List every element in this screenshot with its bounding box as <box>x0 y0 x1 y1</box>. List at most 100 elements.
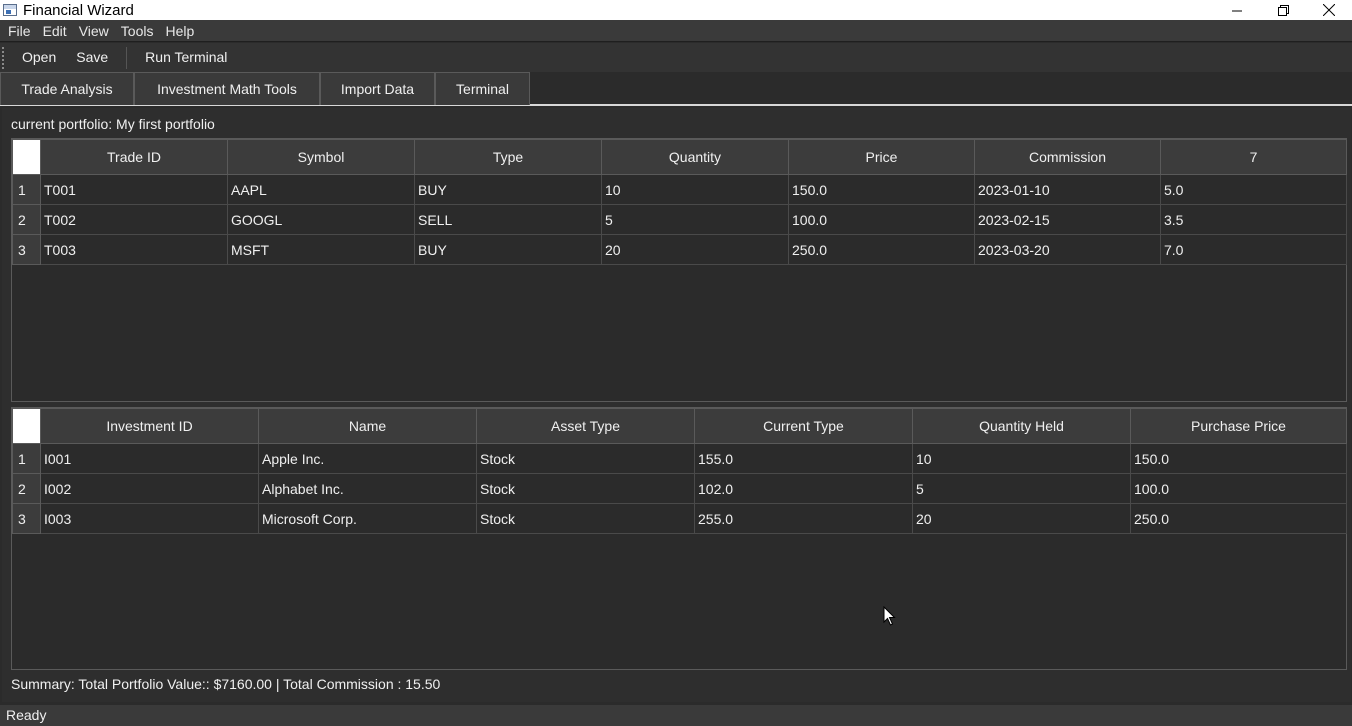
column-header[interactable]: Type <box>414 139 602 175</box>
save-button[interactable]: Save <box>66 43 118 72</box>
select-all-corner[interactable] <box>12 408 41 444</box>
table-cell[interactable]: 20 <box>601 234 789 265</box>
minimize-icon <box>1231 10 1242 11</box>
mouse-cursor-icon <box>883 606 896 626</box>
table-cell[interactable]: 2023-01-10 <box>974 174 1161 205</box>
table-cell[interactable]: 250.0 <box>788 234 975 265</box>
table-cell[interactable]: MSFT <box>227 234 415 265</box>
toolbar-grip-handle[interactable] <box>2 46 6 69</box>
table-cell[interactable]: 150.0 <box>1130 443 1347 474</box>
menu-help[interactable]: Help <box>159 20 200 42</box>
investments-table-header: Investment ID Name Asset Type Current Ty… <box>12 408 1347 444</box>
table-cell[interactable]: 255.0 <box>694 503 913 534</box>
table-cell[interactable]: Microsoft Corp. <box>258 503 477 534</box>
table-row[interactable]: 2 I002 Alphabet Inc. Stock 102.0 5 100.0 <box>12 473 1347 504</box>
table-cell[interactable]: 2023-03-20 <box>974 234 1161 265</box>
table-cell[interactable]: 250.0 <box>1130 503 1347 534</box>
column-header[interactable]: Name <box>258 408 477 444</box>
portfolio-summary: Summary: Total Portfolio Value:: $7160.0… <box>11 676 441 692</box>
table-cell[interactable]: T002 <box>40 204 228 235</box>
tab-terminal[interactable]: Terminal <box>435 72 530 105</box>
column-header[interactable]: Trade ID <box>40 139 228 175</box>
menu-bar: File Edit View Tools Help <box>0 20 1352 42</box>
tab-import-data[interactable]: Import Data <box>320 72 435 105</box>
table-cell[interactable]: Apple Inc. <box>258 443 477 474</box>
menu-tools[interactable]: Tools <box>115 20 160 42</box>
tab-investment-math-tools[interactable]: Investment Math Tools <box>134 72 320 105</box>
table-cell[interactable]: I003 <box>40 503 259 534</box>
table-cell[interactable]: 10 <box>912 443 1131 474</box>
window-title: Financial Wizard <box>23 1 134 19</box>
table-row[interactable]: 1 T001 AAPL BUY 10 150.0 2023-01-10 5.0 <box>12 174 1347 205</box>
column-header[interactable]: Price <box>788 139 975 175</box>
row-header[interactable]: 3 <box>12 234 41 265</box>
table-cell[interactable]: 102.0 <box>694 473 913 504</box>
column-header[interactable]: Commission <box>974 139 1161 175</box>
table-cell[interactable]: Alphabet Inc. <box>258 473 477 504</box>
table-cell[interactable]: 100.0 <box>1130 473 1347 504</box>
table-cell[interactable]: 5.0 <box>1160 174 1347 205</box>
row-header[interactable]: 3 <box>12 503 41 534</box>
table-cell[interactable]: 5 <box>601 204 789 235</box>
table-cell[interactable]: BUY <box>414 234 602 265</box>
menu-file[interactable]: File <box>0 20 37 42</box>
open-button[interactable]: Open <box>12 43 66 72</box>
close-icon <box>1323 4 1335 16</box>
table-cell[interactable]: I002 <box>40 473 259 504</box>
trades-table[interactable]: Trade ID Symbol Type Quantity Price Comm… <box>11 138 1347 402</box>
toolbar-separator <box>126 46 128 69</box>
table-cell[interactable]: 155.0 <box>694 443 913 474</box>
table-cell[interactable]: 2023-02-15 <box>974 204 1161 235</box>
table-cell[interactable]: AAPL <box>227 174 415 205</box>
menu-view[interactable]: View <box>73 20 115 42</box>
trades-table-header: Trade ID Symbol Type Quantity Price Comm… <box>12 139 1347 175</box>
table-row[interactable]: 1 I001 Apple Inc. Stock 155.0 10 150.0 <box>12 443 1347 474</box>
table-cell[interactable]: T001 <box>40 174 228 205</box>
table-cell[interactable]: Stock <box>476 473 695 504</box>
minimize-button[interactable] <box>1214 0 1260 20</box>
close-button[interactable] <box>1306 0 1352 20</box>
row-header[interactable]: 1 <box>12 443 41 474</box>
menu-edit[interactable]: Edit <box>37 20 73 42</box>
title-bar: Financial Wizard <box>0 0 1352 20</box>
row-header[interactable]: 2 <box>12 473 41 504</box>
table-cell[interactable]: 3.5 <box>1160 204 1347 235</box>
column-header[interactable]: Purchase Price <box>1130 408 1347 444</box>
column-header[interactable]: Symbol <box>227 139 415 175</box>
table-cell[interactable]: I001 <box>40 443 259 474</box>
investments-table[interactable]: Investment ID Name Asset Type Current Ty… <box>11 407 1347 670</box>
column-header[interactable]: 7 <box>1160 139 1347 175</box>
row-header[interactable]: 1 <box>12 174 41 205</box>
table-cell[interactable]: 150.0 <box>788 174 975 205</box>
table-cell[interactable]: 20 <box>912 503 1131 534</box>
table-cell[interactable]: 100.0 <box>788 204 975 235</box>
window-controls <box>1214 0 1352 20</box>
row-header[interactable]: 2 <box>12 204 41 235</box>
trade-analysis-panel: current portfolio: My first portfolio Tr… <box>2 108 1351 702</box>
column-header[interactable]: Quantity Held <box>912 408 1131 444</box>
select-all-corner[interactable] <box>12 139 41 175</box>
table-cell[interactable]: GOOGL <box>227 204 415 235</box>
table-cell[interactable]: 10 <box>601 174 789 205</box>
column-header[interactable]: Asset Type <box>476 408 695 444</box>
table-cell[interactable]: 5 <box>912 473 1131 504</box>
current-portfolio-label: current portfolio: My first portfolio <box>11 116 215 132</box>
table-cell[interactable]: SELL <box>414 204 602 235</box>
table-row[interactable]: 3 I003 Microsoft Corp. Stock 255.0 20 25… <box>12 503 1347 534</box>
table-row[interactable]: 3 T003 MSFT BUY 20 250.0 2023-03-20 7.0 <box>12 234 1347 265</box>
column-header[interactable]: Quantity <box>601 139 789 175</box>
table-cell[interactable]: Stock <box>476 443 695 474</box>
table-cell[interactable]: BUY <box>414 174 602 205</box>
table-cell[interactable]: Stock <box>476 503 695 534</box>
toolbar: Open Save Run Terminal <box>0 43 1352 72</box>
restore-button[interactable] <box>1260 0 1306 20</box>
table-cell[interactable]: T003 <box>40 234 228 265</box>
table-row[interactable]: 2 T002 GOOGL SELL 5 100.0 2023-02-15 3.5 <box>12 204 1347 235</box>
column-header[interactable]: Investment ID <box>40 408 259 444</box>
table-cell[interactable]: 7.0 <box>1160 234 1347 265</box>
run-terminal-button[interactable]: Run Terminal <box>135 43 237 72</box>
tab-trade-analysis[interactable]: Trade Analysis <box>0 72 134 105</box>
app-icon <box>3 4 17 16</box>
column-header[interactable]: Current Type <box>694 408 913 444</box>
restore-icon <box>1277 4 1289 16</box>
